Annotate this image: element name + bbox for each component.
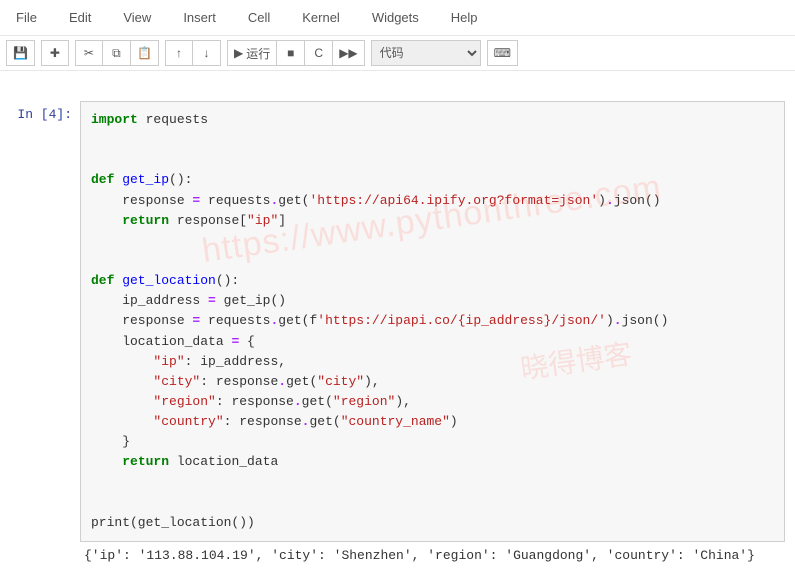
stop-icon: ■ — [287, 46, 294, 60]
arrow-down-icon: ↓ — [203, 46, 209, 60]
menu-widgets[interactable]: Widgets — [356, 4, 435, 31]
code-input[interactable]: import requests def get_ip(): response =… — [80, 101, 785, 542]
plus-icon: ✚ — [50, 46, 60, 60]
menu-kernel[interactable]: Kernel — [286, 4, 356, 31]
restart-icon: C — [314, 46, 323, 60]
menu-edit[interactable]: Edit — [53, 4, 107, 31]
stop-button[interactable]: ■ — [277, 40, 305, 66]
paste-button[interactable]: 📋 — [131, 40, 159, 66]
restart-run-all-button[interactable]: ▶▶ — [333, 40, 364, 66]
cell-type-select[interactable]: 代码 — [371, 40, 481, 66]
add-cell-button[interactable]: ✚ — [41, 40, 69, 66]
copy-button[interactable]: ⧉ — [103, 40, 131, 66]
cut-icon: ✂ — [84, 46, 94, 60]
menu-file[interactable]: File — [0, 4, 53, 31]
move-down-button[interactable]: ↓ — [193, 40, 221, 66]
keyboard-icon: ⌨ — [494, 46, 511, 60]
input-prompt: In [4]: — [10, 101, 80, 563]
move-up-button[interactable]: ↑ — [165, 40, 193, 66]
fast-forward-icon: ▶▶ — [339, 46, 357, 60]
menu-view[interactable]: View — [107, 4, 167, 31]
code-cell[interactable]: In [4]: import requests def get_ip(): re… — [10, 101, 785, 563]
save-icon: 💾 — [13, 46, 28, 60]
restart-button[interactable]: C — [305, 40, 333, 66]
menu-insert[interactable]: Insert — [167, 4, 232, 31]
notebook-container: In [4]: import requests def get_ip(): re… — [0, 71, 795, 579]
run-button[interactable]: ▶运行 — [227, 40, 277, 66]
paste-icon: 📋 — [137, 46, 152, 60]
play-icon: ▶ — [234, 46, 243, 60]
menu-help[interactable]: Help — [435, 4, 494, 31]
command-palette-button[interactable]: ⌨ — [487, 40, 518, 66]
run-label: 运行 — [246, 45, 270, 62]
menubar: File Edit View Insert Cell Kernel Widget… — [0, 0, 795, 36]
cut-button[interactable]: ✂ — [75, 40, 103, 66]
toolbar: 💾 ✚ ✂ ⧉ 📋 ↑ ↓ ▶运行 ■ C ▶▶ 代码 ⌨ — [0, 36, 795, 71]
arrow-up-icon: ↑ — [176, 46, 182, 60]
menu-cell[interactable]: Cell — [232, 4, 286, 31]
cell-output: {'ip': '113.88.104.19', 'city': 'Shenzhe… — [80, 542, 785, 563]
save-button[interactable]: 💾 — [6, 40, 35, 66]
copy-icon: ⧉ — [112, 46, 121, 61]
